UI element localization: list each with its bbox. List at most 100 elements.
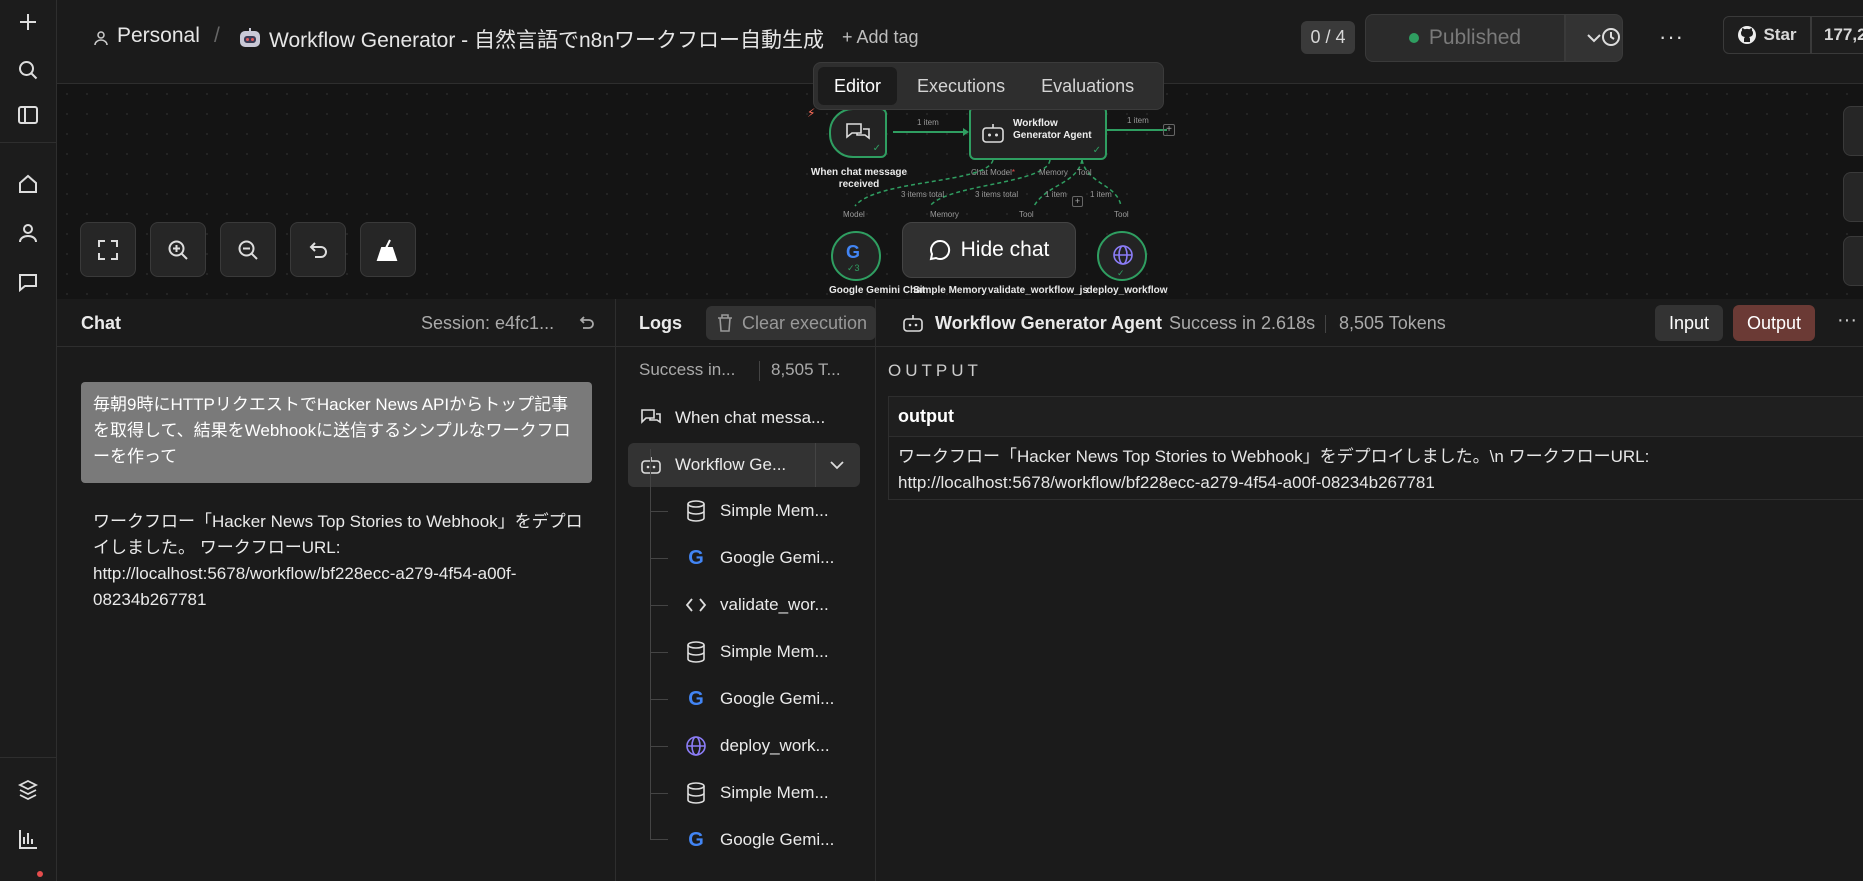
panel-toggle-icon[interactable] [14,101,42,129]
port-memory: Memory [930,210,959,219]
star-count: 177,2 [1811,16,1863,54]
chat-icon[interactable] [14,268,42,296]
breadcrumb-project[interactable]: Personal [117,24,200,48]
port-tool: Tool [1019,210,1034,219]
zoom-out-button[interactable] [220,222,276,277]
workflow-title[interactable]: Workflow Generator - 自然言語でn8nワークフロー自動生成 [269,24,824,54]
agent-label: Workflow Generator Agent [1013,118,1092,141]
output-panel: Workflow Generator Agent Success in 2.61… [876,299,1863,881]
node-label-trigger: When chat message received [810,167,908,190]
left-sidebar [0,0,57,881]
google-icon: G [846,242,861,262]
canvas-side-button[interactable] [1843,236,1863,286]
user-icon[interactable] [14,219,42,247]
port-tool: Tool [1077,168,1092,177]
log-item[interactable]: Simple Mem... [684,771,829,815]
add-node-icon[interactable]: + [1163,124,1175,136]
chat-panel: Chat Session: e4fc1... 毎朝9時にHTTPリクエストでHa… [57,299,616,881]
node-workflow-generator-agent[interactable]: Workflow Generator Agent ✓ [969,106,1107,160]
logs-summary-tokens: 8,505 T... [771,360,841,379]
workflow-emoji-icon [238,27,262,49]
port-chat-model: Chat Model* [971,168,1016,177]
output-button[interactable]: Output [1733,305,1815,341]
robot-icon [639,453,663,477]
bot-message: ワークフロー「Hacker News Top Stories to Webhoo… [93,512,583,609]
more-options-icon[interactable]: ··· [1659,24,1684,50]
logs-summary-status: Success in... [639,360,736,379]
edge-label: 3 items total [901,190,945,199]
database-icon [684,781,708,805]
output-section-title: OUTPUT [888,361,982,380]
edge-label: 1 item [917,118,939,127]
log-item[interactable]: When chat messa... [639,396,825,440]
published-button[interactable]: Published [1365,14,1565,62]
tidy-up-button[interactable] [360,222,416,277]
output-tokens: 8,505 Tokens [1339,313,1446,333]
log-item[interactable]: Simple Mem... [684,630,829,674]
session-id[interactable]: Session: e4fc1... [421,313,554,334]
github-star-button[interactable]: Star [1723,16,1811,54]
log-item[interactable]: G Google Gemi... [684,677,834,721]
google-icon: G [688,828,704,851]
home-icon[interactable] [14,170,42,198]
database-icon [684,499,708,523]
reset-session-icon[interactable] [576,313,596,338]
tab-editor[interactable]: Editor [818,67,898,105]
insights-icon[interactable] [14,825,42,853]
clear-execution-button[interactable]: Clear execution [706,306,876,340]
more-options-icon[interactable]: ··· [1837,309,1857,332]
history-icon[interactable] [1600,26,1622,53]
node-chat-trigger[interactable]: ✓ [829,108,887,158]
logs-title: Logs [639,313,682,333]
add-tool-icon[interactable]: + [1072,196,1083,207]
log-item[interactable]: validate_wor... [684,583,829,627]
node-label-deploy: deploy_workflow [1086,285,1168,296]
log-item[interactable]: deploy_work... [684,724,830,768]
edge-label: 3 items total [975,190,1019,199]
robot-icon [982,124,1004,143]
port-model: Model [843,210,865,219]
node-label-validate: validate_workflow_js [987,285,1089,296]
chevron-down-icon[interactable] [830,457,844,475]
person-icon [93,30,109,51]
workflow-canvas[interactable]: ⚡ ✓ When chat message received 1 item Wor… [57,84,1863,299]
undo-button[interactable] [290,222,346,277]
run-count: ✓3 [847,263,860,273]
code-icon [684,593,708,617]
hide-chat-button[interactable]: Hide chat [902,222,1076,278]
published-dot-icon [1408,33,1419,43]
globe-icon [684,734,708,758]
node-label-memory: Simple Memory [913,285,987,296]
view-tabs: Editor Executions Evaluations [813,62,1164,110]
log-item[interactable]: G Google Gemi... [684,536,834,580]
tab-executions[interactable]: Executions [901,67,1021,105]
user-message: 毎朝9時にHTTPリクエストでHacker News APIからトップ記事を取得… [81,382,592,483]
tab-evaluations[interactable]: Evaluations [1025,67,1150,105]
plus-icon[interactable] [14,8,42,36]
undo-icon [309,241,327,258]
zoom-in-button[interactable] [150,222,206,277]
log-item[interactable]: G Google Gemi... [684,818,834,862]
log-item[interactable]: Simple Mem... [684,489,829,533]
port-tool: Tool [1114,210,1129,219]
templates-icon[interactable] [14,776,42,804]
version-counter: 0 / 4 [1301,21,1355,54]
log-item[interactable]: Workflow Ge... [639,443,786,487]
output-cell[interactable]: ワークフロー「Hacker News Top Stories to Webhoo… [889,437,1863,503]
node-google-gemini[interactable]: G ✓3 [831,231,881,281]
chat-icon [639,406,663,430]
check-icon: ✓ [1117,268,1125,278]
trash-icon [718,314,732,332]
check-icon: ✓ [872,143,881,154]
search-icon[interactable] [14,56,42,84]
broom-icon [376,239,398,261]
check-icon: ✓ [1092,145,1101,156]
canvas-side-button[interactable] [1843,172,1863,222]
globe-icon [1113,245,1133,265]
google-icon: G [688,546,704,569]
node-deploy-workflow[interactable]: ✓ [1097,231,1147,281]
canvas-side-button[interactable] [1843,106,1863,156]
fit-view-button[interactable] [80,222,136,277]
add-tag-button[interactable]: + Add tag [842,27,919,48]
input-button[interactable]: Input [1655,305,1723,341]
